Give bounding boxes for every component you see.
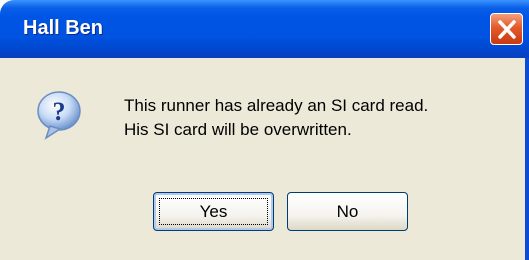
message-text: This runner has already an SI card read.… <box>124 94 428 142</box>
close-button[interactable] <box>490 13 523 45</box>
no-button-label: No <box>336 202 359 221</box>
yes-button[interactable]: Yes <box>153 192 274 231</box>
title-bar[interactable]: Hall Ben <box>0 0 529 58</box>
dialog-body: ? This runner has already an SI card rea… <box>0 58 529 260</box>
question-icon: ? <box>37 91 81 140</box>
focus-rectangle <box>159 198 268 225</box>
close-icon <box>498 20 516 39</box>
window-title: Hall Ben <box>23 17 104 39</box>
message-line-1: This runner has already an SI card read. <box>124 96 429 115</box>
svg-text:?: ? <box>53 97 66 126</box>
window-frame-right <box>525 58 529 260</box>
dialog-window: Hall Ben ? This runner has already an SI… <box>0 0 529 260</box>
message-line-2: His SI card will be overwritten. <box>124 120 352 139</box>
no-button[interactable]: No <box>287 192 408 231</box>
